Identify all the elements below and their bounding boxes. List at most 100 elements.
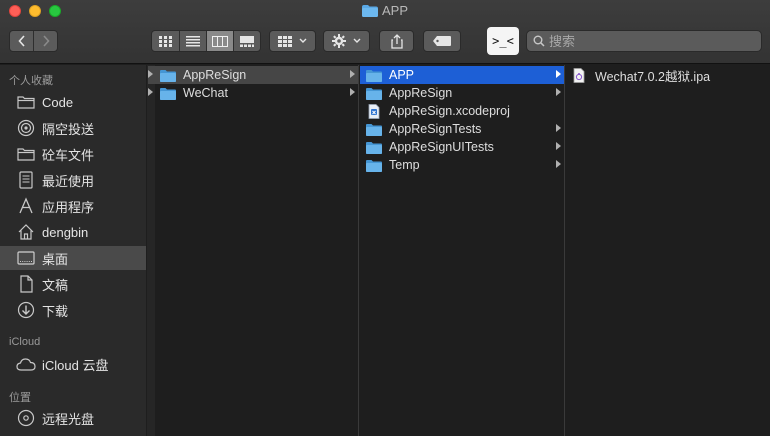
action-menu-button[interactable] — [323, 30, 370, 52]
sidebar-item-label: 桌面 — [42, 251, 69, 267]
forward-button[interactable] — [33, 31, 57, 51]
gallery-view-button[interactable] — [233, 31, 260, 51]
sidebar-item-label: 最近使用 — [42, 173, 95, 189]
share-button[interactable] — [379, 30, 414, 52]
chevron-down-icon — [353, 38, 360, 43]
documents-icon — [16, 274, 36, 294]
sidebar-item-label: 应用程序 — [42, 199, 95, 215]
list-icon — [186, 35, 200, 46]
chevron-right-icon — [148, 88, 153, 96]
chevron-right-icon — [556, 124, 561, 132]
chevron-down-icon — [299, 38, 306, 43]
folder-icon — [160, 68, 176, 82]
sidebar-item-label: iCloud 云盘 — [42, 357, 109, 373]
search-input[interactable] — [549, 33, 749, 49]
search-icon — [533, 35, 545, 47]
item-name: APP — [389, 68, 415, 82]
list-item[interactable]: Wechat7.0.2越狱.ipa — [566, 66, 770, 84]
list-item[interactable]: WeChat — [148, 84, 358, 102]
item-name: Wechat7.0.2越狱.ipa — [595, 69, 711, 84]
recents-icon — [16, 170, 36, 190]
item-name: AppReSign.xcodeproj — [389, 104, 510, 118]
gear-icon — [331, 34, 346, 48]
chevron-right-icon — [556, 142, 561, 150]
sidebar-item-home[interactable]: dengbin — [0, 220, 146, 244]
list-item[interactable]: AppReSign — [148, 66, 358, 84]
chevron-left-icon — [18, 35, 25, 47]
title-bar: APP >_< — [0, 0, 770, 64]
list-item[interactable]: AppReSign — [360, 84, 564, 102]
sidebar-item-label: 下载 — [42, 303, 69, 319]
sidebar-item-applications[interactable]: 应用程序 — [0, 194, 146, 218]
downloads-icon — [16, 300, 36, 320]
view-mode-selector — [151, 30, 261, 52]
disc-icon — [16, 408, 36, 428]
sidebar-item-downloads[interactable]: 下载 — [0, 298, 146, 322]
list-item[interactable]: AppReSign.xcodeproj — [360, 102, 564, 120]
folder-icon — [361, 5, 378, 20]
applications-icon — [16, 196, 36, 216]
folder-icon — [366, 158, 382, 172]
back-button[interactable] — [10, 31, 33, 51]
browser-column-1: AppReSign WeChat — [147, 65, 359, 436]
folder-icon — [366, 86, 382, 100]
tags-button[interactable] — [423, 30, 461, 52]
sidebar-item-label: 砼车文件 — [42, 147, 95, 163]
item-name: Temp — [389, 158, 420, 172]
list-view-button[interactable] — [179, 31, 206, 51]
terminal-button[interactable]: >_< — [487, 27, 519, 55]
item-name: AppReSignUITests — [389, 140, 494, 154]
list-item[interactable]: APP — [360, 66, 564, 84]
sidebar-item-airdrop[interactable]: 隔空投送 — [0, 116, 146, 140]
xcodeproj-file-icon — [366, 103, 382, 119]
chevron-right-icon — [350, 88, 355, 96]
airdrop-icon — [16, 118, 36, 138]
ipa-file-icon — [572, 67, 588, 83]
column-view-button[interactable] — [206, 31, 233, 51]
chevron-right-icon — [148, 70, 153, 78]
columns-icon — [212, 35, 228, 47]
sidebar-item-remote-disc[interactable]: 远程光盘 — [0, 406, 146, 430]
chevron-right-icon — [556, 160, 561, 168]
list-item[interactable]: Temp — [360, 156, 564, 174]
locations-heading: 位置 — [9, 392, 31, 404]
chevron-right-icon — [556, 88, 561, 96]
folder-icon — [366, 68, 382, 82]
cloud-icon — [16, 354, 36, 374]
share-icon — [390, 33, 403, 49]
icloud-heading: iCloud — [9, 336, 41, 348]
tag-icon — [433, 36, 451, 46]
sidebar-item-label: Code — [42, 94, 74, 110]
chevron-right-icon — [350, 70, 355, 78]
navigation-buttons — [9, 30, 58, 52]
group-by-button[interactable] — [269, 30, 316, 52]
browser-column-2: APP AppReSign AppReSign.xcodeproj AppReS… — [360, 65, 565, 436]
sidebar-item-recents[interactable]: 最近使用 — [0, 168, 146, 192]
sidebar-item-label: dengbin — [42, 224, 89, 240]
folder-icon — [16, 144, 36, 164]
chevron-right-icon — [43, 35, 50, 47]
window-title-text: APP — [381, 3, 408, 18]
list-item[interactable]: AppReSignUITests — [360, 138, 564, 156]
icon-view-button[interactable] — [152, 31, 179, 51]
folder-icon — [160, 86, 176, 100]
grid-icon — [277, 35, 292, 47]
sidebar-item-label: 远程光盘 — [42, 411, 95, 427]
sidebar-item-documents[interactable]: 文稿 — [0, 272, 146, 296]
sidebar-item-label: 隔空投送 — [42, 121, 95, 137]
folder-icon — [366, 140, 382, 154]
search-field[interactable] — [526, 30, 762, 52]
column-gutter — [147, 65, 155, 436]
item-name: WeChat — [183, 86, 228, 100]
item-name: AppReSign — [389, 86, 453, 100]
sidebar-item-truck-files[interactable]: 砼车文件 — [0, 142, 146, 166]
sidebar-item-code[interactable]: Code — [0, 90, 146, 114]
folder-icon — [366, 122, 382, 136]
item-name: AppReSign — [183, 68, 247, 82]
sidebar-item-desktop[interactable]: 桌面 — [0, 246, 146, 270]
list-item[interactable]: AppReSignTests — [360, 120, 564, 138]
favorites-heading: 个人收藏 — [9, 75, 53, 87]
browser-column-3: Wechat7.0.2越狱.ipa — [566, 65, 770, 436]
sidebar-item-icloud-drive[interactable]: iCloud 云盘 — [0, 352, 146, 376]
item-name: AppReSignTests — [389, 122, 482, 136]
